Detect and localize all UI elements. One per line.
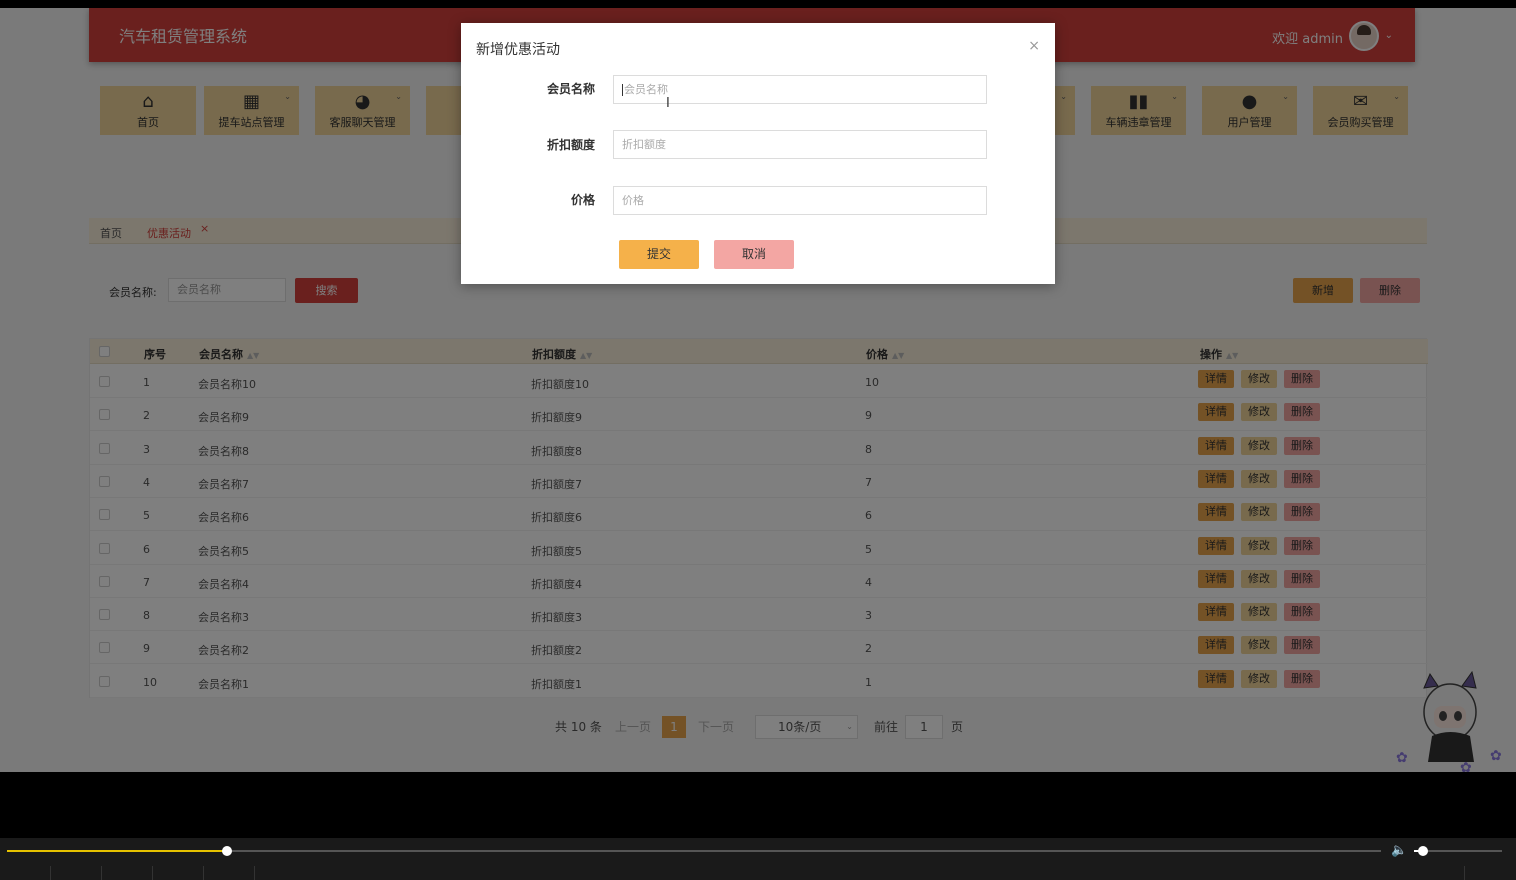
control-divider xyxy=(254,866,255,880)
discount-input[interactable]: 折扣额度 xyxy=(613,130,987,159)
ibeam-cursor-icon: I xyxy=(666,96,670,111)
screen: 汽车租赁管理系统 欢迎 admin ⌄ ⌂ 首页 ▦ 提车站点管理 ⌄ ◕ 客服… xyxy=(0,8,1516,772)
add-promotion-dialog: 新增优惠活动 × 会员名称 会员名称 折扣额度 折扣额度 价格 价格 提交 取消 xyxy=(461,23,1055,284)
seek-progress xyxy=(7,850,227,852)
discount-label: 折扣额度 xyxy=(546,138,595,152)
dialog-title: 新增优惠活动 xyxy=(476,42,560,58)
volume-handle[interactable] xyxy=(1417,846,1428,856)
seek-bar[interactable] xyxy=(7,846,1381,856)
cancel-button[interactable]: 取消 xyxy=(714,240,794,269)
price-input[interactable]: 价格 xyxy=(613,186,987,215)
text-cursor xyxy=(622,84,623,96)
close-icon[interactable]: × xyxy=(1028,38,1040,54)
control-divider xyxy=(152,866,153,880)
submit-button[interactable]: 提交 xyxy=(619,240,699,269)
price-label: 价格 xyxy=(570,193,595,207)
control-divider xyxy=(1464,866,1465,880)
control-divider xyxy=(50,866,51,880)
volume-icon[interactable]: 🔈 xyxy=(1391,843,1407,858)
member-name-label: 会员名称 xyxy=(546,82,595,96)
control-divider xyxy=(101,866,102,880)
control-divider xyxy=(203,866,204,880)
volume-slider[interactable] xyxy=(1414,846,1502,856)
seek-handle[interactable] xyxy=(221,846,232,856)
video-player-controls: 🔈 xyxy=(0,838,1516,880)
